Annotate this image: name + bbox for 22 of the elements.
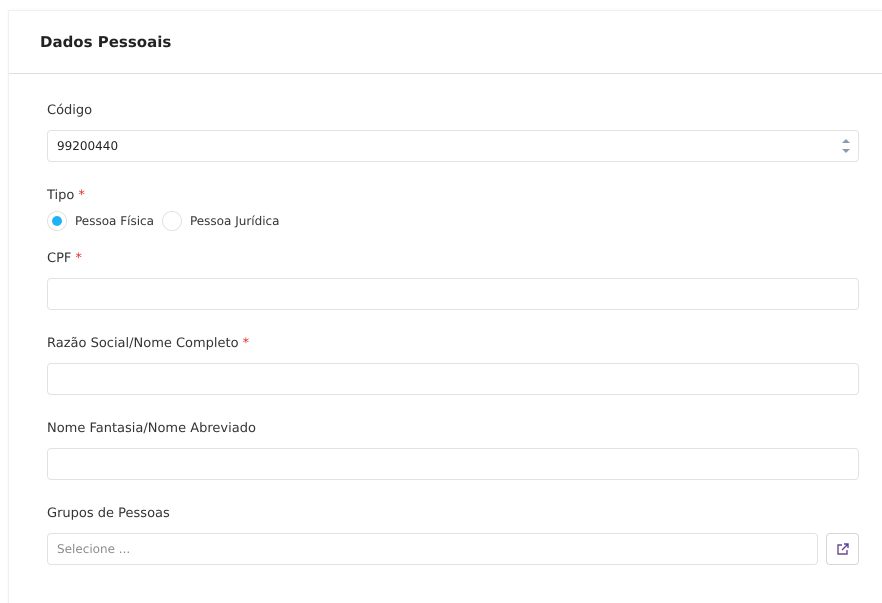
radio-option[interactable]: Pessoa Física: [47, 211, 154, 231]
input-field[interactable]: [47, 448, 859, 480]
number-field[interactable]: 99200440: [47, 130, 859, 162]
required-mark: *: [78, 187, 85, 205]
field-label: Razão Social/Nome Completo: [47, 335, 239, 353]
radio-option[interactable]: Pessoa Jurídica: [162, 211, 280, 231]
required-mark: *: [75, 250, 82, 268]
open-link-button[interactable]: [826, 533, 859, 565]
field-label: CPF: [47, 250, 72, 268]
field-label: Nome Fantasia/Nome Abreviado: [47, 420, 256, 438]
field-label: Grupos de Pessoas: [47, 505, 170, 523]
card-title: Dados Pessoais: [40, 33, 172, 51]
spinner-icon[interactable]: [841, 136, 851, 156]
input-field[interactable]: [47, 278, 859, 310]
field-label: Código: [47, 102, 92, 120]
input-field[interactable]: [47, 363, 859, 395]
required-mark: *: [242, 335, 250, 353]
select-field[interactable]: Selecione ...: [47, 533, 818, 565]
field-label: Tipo: [47, 187, 74, 205]
radio-button[interactable]: [162, 211, 182, 231]
radio-button[interactable]: [47, 211, 67, 231]
external-link-icon: [836, 542, 850, 556]
